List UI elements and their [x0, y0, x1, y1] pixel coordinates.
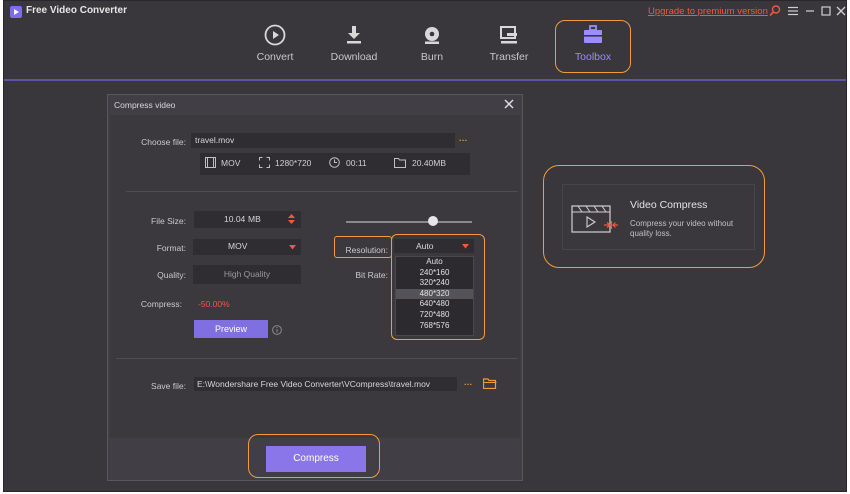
nav-convert-label: Convert — [256, 51, 294, 63]
resolution-option[interactable]: 240*160 — [396, 268, 473, 279]
resolution-option[interactable]: Auto — [396, 257, 473, 268]
file-size: 20.40MB — [412, 158, 447, 168]
file-size-label: File Size: — [151, 216, 186, 226]
preview-button[interactable]: Preview — [194, 320, 268, 338]
format-select[interactable]: MOV — [193, 239, 301, 255]
divider — [126, 191, 518, 192]
nav-download[interactable]: Download — [316, 21, 392, 75]
nav-toolbox-label: Toolbox — [574, 51, 612, 63]
burn-icon — [425, 27, 439, 44]
bitrate-label: Bit Rate: — [355, 270, 388, 280]
resolution-label: Resolution: — [345, 245, 388, 255]
resolution-option[interactable]: 640*480 — [396, 299, 473, 310]
file-size-input[interactable]: 10.04 MB — [194, 211, 301, 228]
format-value: MOV — [228, 241, 248, 251]
file-size-slider-thumb[interactable] — [428, 216, 438, 226]
video-format-icon — [205, 157, 216, 168]
compress-dialog: Compress video Choose file: travel.mov ·… — [107, 94, 523, 481]
clock-icon — [329, 157, 340, 168]
resolution-option[interactable]: 320*240 — [396, 278, 473, 289]
divider — [116, 358, 518, 359]
save-path-more-button[interactable]: ··· — [464, 379, 473, 389]
nav-burn[interactable]: Burn — [394, 21, 470, 75]
resolution-option[interactable]: 768*576 — [396, 321, 473, 332]
nav-convert[interactable]: Convert — [237, 21, 313, 75]
save-path-field[interactable]: E:\Wondershare Free Video Converter\VCom… — [194, 377, 457, 391]
resolution-select[interactable]: Auto — [394, 239, 474, 253]
folder-icon — [394, 158, 406, 168]
chevron-down-icon — [289, 245, 296, 250]
format-label: Format: — [156, 243, 186, 253]
resolution-option[interactable]: 720*480 — [396, 310, 473, 321]
file-size-slider-track[interactable] — [346, 221, 472, 223]
info-icon[interactable] — [272, 325, 282, 335]
convert-icon — [264, 24, 286, 46]
stepper-icon[interactable] — [287, 213, 296, 225]
compress-button[interactable]: Compress — [266, 446, 366, 472]
app-window: Free Video Converter Upgrade to premium … — [3, 0, 847, 492]
resolution-menu: Auto 240*160 320*240 480*320 640*480 720… — [395, 256, 474, 336]
save-file-label: Save file: — [151, 381, 186, 391]
resolution-icon — [259, 157, 270, 168]
nav-download-label: Download — [330, 51, 378, 63]
nav-transfer[interactable]: Transfer — [471, 21, 547, 75]
nav-transfer-label: Transfer — [489, 51, 529, 63]
file-format: MOV — [221, 158, 241, 168]
dialog-title: Compress video — [114, 100, 176, 110]
dialog-close-icon[interactable] — [502, 97, 516, 111]
choose-file-field[interactable]: travel.mov — [191, 133, 455, 148]
file-size-unit: MB — [248, 214, 261, 224]
chevron-down-icon — [462, 244, 469, 249]
compress-label: Compress: — [140, 299, 182, 309]
video-compress-card[interactable]: Video Compress Compress your video witho… — [562, 184, 755, 250]
file-duration: 00:11 — [346, 158, 367, 168]
file-size-value: 10.04 — [224, 214, 246, 224]
quality-field[interactable]: High Quality — [193, 265, 301, 284]
toolbox-icon — [584, 25, 602, 43]
file-resolution: 1280*720 — [275, 158, 312, 168]
open-folder-icon[interactable] — [483, 378, 497, 389]
video-compress-icon — [571, 205, 618, 233]
card-description: Compress your video without quality loss… — [630, 219, 734, 238]
nav-bar: Convert Download Burn Transfer Toolbox — [4, 1, 846, 81]
nav-burn-label: Burn — [420, 51, 444, 63]
transfer-icon — [500, 26, 517, 44]
card-title: Video Compress — [630, 199, 708, 211]
resolution-value: Auto — [416, 241, 434, 251]
choose-file-label: Choose file: — [141, 137, 186, 147]
compress-value: -50.00% — [198, 299, 230, 309]
nav-toolbox[interactable]: Toolbox — [555, 21, 631, 75]
quality-label: Quality: — [157, 270, 186, 280]
resolution-option-selected[interactable]: 480*320 — [396, 288, 473, 300]
download-icon — [347, 26, 361, 44]
choose-file-more-button[interactable]: ··· — [459, 135, 468, 145]
